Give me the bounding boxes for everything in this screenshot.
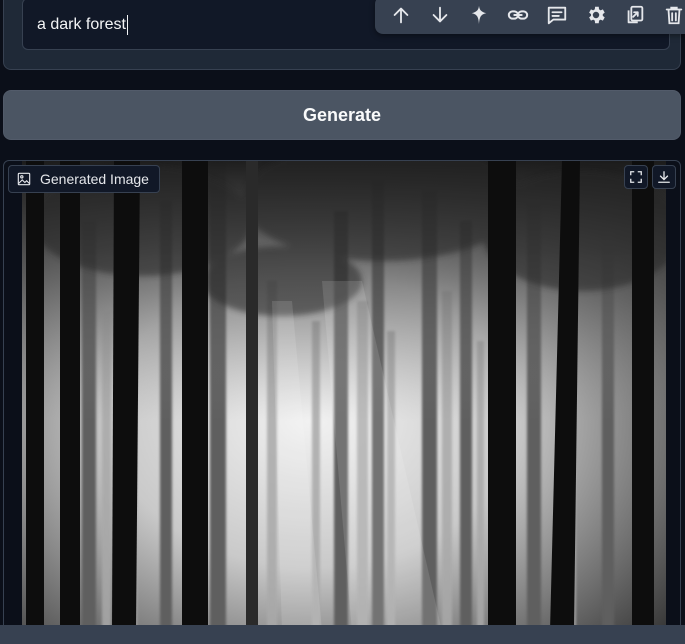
sparkle-icon <box>471 5 486 25</box>
move-up-button[interactable] <box>381 0 420 32</box>
gear-icon <box>588 6 605 24</box>
image-panel-label: Generated Image <box>8 165 160 193</box>
image-label-text: Generated Image <box>40 171 149 187</box>
generated-image-panel: Generated Image <box>3 160 681 630</box>
move-down-button[interactable] <box>420 0 459 32</box>
fullscreen-button[interactable] <box>624 165 648 189</box>
settings-button[interactable] <box>576 0 615 32</box>
download-button[interactable] <box>652 165 676 189</box>
arrow-down-icon <box>432 6 447 23</box>
fullscreen-icon <box>630 171 642 183</box>
text-caret <box>126 14 128 35</box>
image-actions <box>624 165 676 189</box>
generated-image <box>22 161 666 629</box>
image-icon <box>17 172 31 186</box>
comment-icon <box>547 6 566 25</box>
delete-button[interactable] <box>654 0 685 32</box>
trash-icon <box>665 6 682 25</box>
prompt-text: a dark forest <box>37 16 126 33</box>
bottom-bar <box>0 625 685 644</box>
ai-sparkle-button[interactable] <box>459 0 498 32</box>
app-page: a dark forest Generate Generated Image <box>0 0 685 644</box>
download-icon <box>658 171 670 183</box>
duplicate-button[interactable] <box>615 0 654 32</box>
arrow-up-icon <box>393 7 408 24</box>
comment-button[interactable] <box>537 0 576 32</box>
block-toolbar <box>375 0 685 34</box>
link-button[interactable] <box>498 0 537 32</box>
copy-icon <box>627 5 643 24</box>
link-icon <box>507 10 528 20</box>
generate-button[interactable]: Generate <box>3 90 681 140</box>
